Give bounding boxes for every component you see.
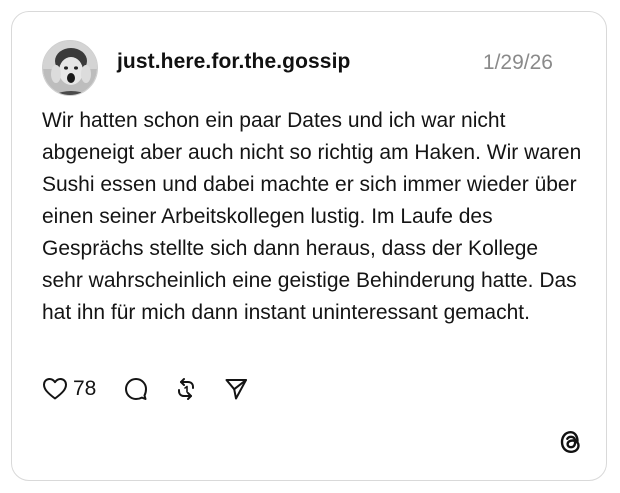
send-icon <box>224 377 248 401</box>
username[interactable]: just.here.for.the.gossip <box>117 50 350 74</box>
post-date: 1/29/26 <box>482 51 553 74</box>
threads-logo-icon <box>558 429 584 455</box>
avatar-image <box>43 41 97 95</box>
heart-icon <box>42 377 68 401</box>
post-text: Wir hatten schon ein paar Dates und ich … <box>42 109 582 324</box>
repost-button[interactable] <box>174 377 198 401</box>
post-card: just.here.for.the.gossip 1/29/26 Wir hat… <box>11 11 607 481</box>
comment-button[interactable] <box>124 377 148 401</box>
comment-bubble-icon <box>124 377 148 401</box>
avatar[interactable] <box>42 40 98 96</box>
post-actions: 78 <box>42 374 248 404</box>
repost-icon <box>174 377 198 401</box>
like-button[interactable]: 78 <box>42 377 124 401</box>
like-count: 78 <box>73 377 97 400</box>
share-button[interactable] <box>224 377 248 401</box>
